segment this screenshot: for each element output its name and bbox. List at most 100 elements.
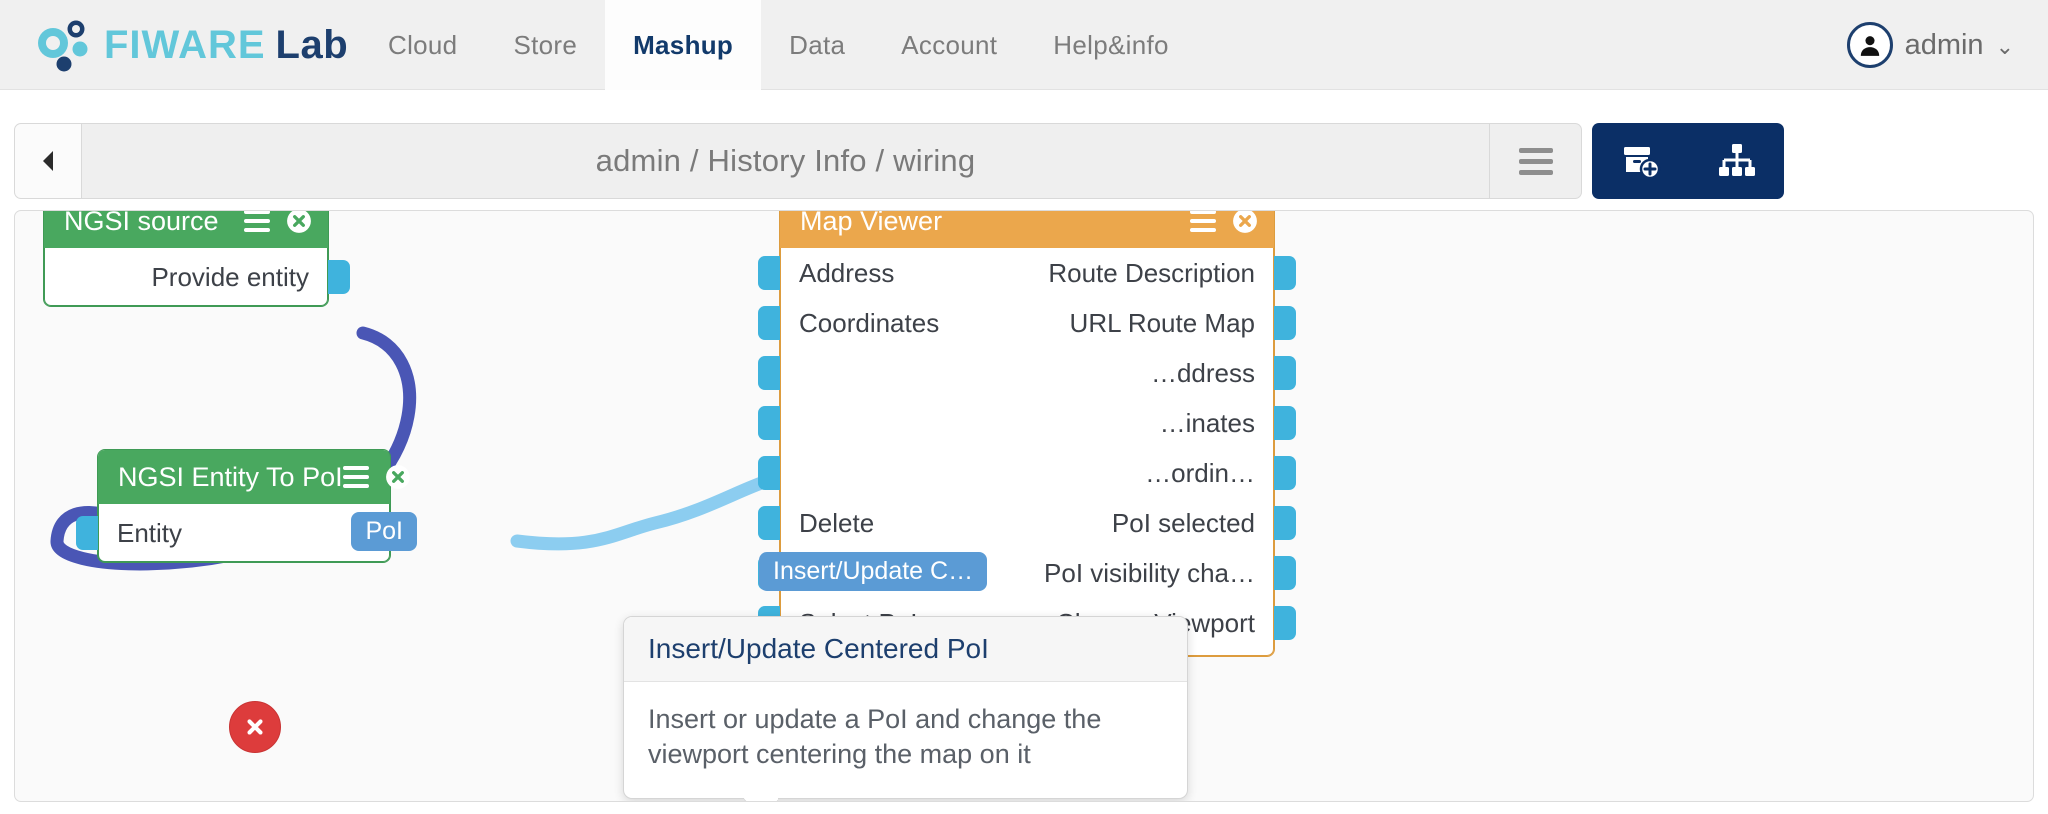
output-endpoint-handle[interactable] bbox=[1274, 356, 1296, 390]
nav-label: Account bbox=[901, 29, 998, 60]
output-endpoint-handle[interactable] bbox=[1274, 606, 1296, 640]
input-endpoint-handle[interactable] bbox=[758, 456, 780, 490]
widget-map-viewer[interactable]: Map Viewer Address Route Description Coo… bbox=[758, 210, 1296, 657]
back-button[interactable] bbox=[14, 123, 82, 199]
brand-name: FIWARE Lab bbox=[104, 23, 348, 68]
output-endpoint-label: …ordin… bbox=[1145, 457, 1255, 488]
endpoint-tooltip: Insert/Update Centered PoI Insert or upd… bbox=[623, 616, 1188, 801]
tooltip-arrow bbox=[744, 798, 778, 801]
output-endpoint-handle[interactable] bbox=[1274, 406, 1296, 440]
input-endpoint-label: Delete bbox=[799, 507, 875, 538]
output-endpoint-label: URL Route Map bbox=[1069, 307, 1255, 338]
nav-label: Help&info bbox=[1053, 29, 1169, 60]
output-endpoint-label: PoI visibility cha… bbox=[1044, 557, 1255, 588]
input-endpoint-handle[interactable] bbox=[758, 506, 780, 540]
close-icon bbox=[247, 719, 263, 735]
hamburger-icon[interactable] bbox=[342, 466, 369, 488]
wire-poi-to-insert-update[interactable] bbox=[510, 470, 794, 551]
user-menu[interactable]: admin ⌄ bbox=[1846, 0, 2014, 90]
output-endpoint-label: Provide entity bbox=[151, 261, 309, 292]
endpoint-row[interactable]: Delete PoI selected bbox=[758, 498, 1296, 548]
widget-body: Entity PoI bbox=[76, 504, 417, 562]
input-endpoint-handle[interactable] bbox=[758, 256, 780, 290]
nav-item-account[interactable]: Account bbox=[873, 0, 1025, 90]
breadcrumb-bar[interactable]: admin / History Info / wiring bbox=[82, 123, 1490, 199]
main-nav: Cloud Store Mashup Data Account Help&inf… bbox=[360, 0, 1197, 90]
chevron-down-icon: ⌄ bbox=[1995, 34, 2014, 59]
endpoint-row[interactable]: Provide entity bbox=[45, 248, 350, 306]
brand-logo[interactable]: FIWARE Lab bbox=[36, 14, 348, 76]
output-endpoint-handle[interactable] bbox=[1274, 456, 1296, 490]
output-endpoint-handle[interactable] bbox=[1274, 256, 1296, 290]
input-endpoint-label: Entity bbox=[117, 517, 183, 548]
endpoint-row[interactable]: Address Route Description bbox=[758, 248, 1296, 298]
nav-label: Cloud bbox=[388, 29, 458, 60]
wiring-toolbar: admin / History Info / wiring bbox=[14, 123, 2034, 199]
input-endpoint-handle[interactable] bbox=[758, 406, 780, 440]
nav-label: Data bbox=[789, 29, 846, 60]
nav-label: Mashup bbox=[633, 29, 734, 60]
tooltip-title: Insert/Update Centered PoI bbox=[624, 617, 1187, 682]
input-endpoint-label: Coordinates bbox=[799, 307, 940, 338]
output-endpoint-label: PoI selected bbox=[1111, 507, 1255, 538]
widget-header-icons bbox=[1190, 210, 1258, 234]
widget-ngsi-source[interactable]: NGSI source Provide entity bbox=[43, 210, 350, 307]
hamburger-icon bbox=[1518, 147, 1553, 175]
avatar bbox=[1846, 22, 1893, 68]
widget-title: NGSI Entity To PoI bbox=[118, 461, 343, 492]
input-endpoint-selected[interactable]: Insert/Update C… bbox=[759, 552, 988, 591]
endpoint-row[interactable]: …ordin… bbox=[758, 448, 1296, 498]
output-endpoint-handle[interactable] bbox=[1274, 556, 1296, 590]
close-circle-icon[interactable] bbox=[286, 210, 312, 234]
widget-header[interactable]: Map Viewer bbox=[780, 210, 1274, 248]
breadcrumb: admin / History Info / wiring bbox=[595, 143, 976, 178]
fiware-dots-icon bbox=[38, 20, 88, 72]
hamburger-icon[interactable] bbox=[1190, 211, 1216, 232]
nav-item-mashup[interactable]: Mashup bbox=[605, 0, 762, 90]
brand-name-bold: FIWARE bbox=[104, 22, 266, 67]
nav-item-cloud[interactable]: Cloud bbox=[360, 0, 485, 90]
nav-item-helpinfo[interactable]: Help&info bbox=[1025, 0, 1196, 90]
input-endpoint-handle[interactable] bbox=[758, 356, 780, 390]
wiring-canvas[interactable]: NGSI source Provide entity NGSI Entity T… bbox=[14, 210, 2034, 802]
endpoint-row[interactable]: Entity PoI bbox=[76, 504, 417, 562]
output-endpoint-label: …ddress bbox=[1150, 357, 1255, 388]
brand-name-light: Lab bbox=[275, 22, 349, 67]
close-circle-icon[interactable] bbox=[1232, 210, 1258, 234]
widget-header[interactable]: NGSI source bbox=[44, 210, 328, 248]
endpoint-row-selected[interactable]: Insert/Update C… PoI visibility cha… bbox=[758, 548, 1296, 598]
output-endpoint-handle[interactable] bbox=[1274, 506, 1296, 540]
output-endpoint-handle[interactable] bbox=[328, 260, 350, 294]
widget-body: Address Route Description Coordinates UR… bbox=[758, 248, 1296, 656]
output-endpoint-label: …inates bbox=[1159, 407, 1255, 438]
endpoint-row[interactable]: Coordinates URL Route Map bbox=[758, 298, 1296, 348]
widget-title: NGSI source bbox=[64, 210, 219, 236]
widget-header-icons bbox=[342, 464, 411, 490]
delete-connection-button[interactable] bbox=[229, 701, 281, 753]
widget-ngsi-entity-to-poi[interactable]: NGSI Entity To PoI Entity PoI bbox=[76, 449, 417, 563]
caret-left-icon bbox=[43, 151, 53, 171]
input-endpoint-handle[interactable] bbox=[76, 516, 98, 550]
nav-label: Store bbox=[513, 29, 578, 60]
nav-item-store[interactable]: Store bbox=[485, 0, 605, 90]
hamburger-icon[interactable] bbox=[244, 211, 270, 232]
endpoint-row[interactable]: …inates bbox=[758, 398, 1296, 448]
input-endpoint-handle[interactable] bbox=[758, 306, 780, 340]
input-endpoint-label: Address bbox=[799, 257, 895, 288]
output-endpoint-handle[interactable] bbox=[1274, 306, 1296, 340]
toolbar-menu-button[interactable] bbox=[1490, 123, 1582, 199]
user-name: admin bbox=[1904, 28, 1984, 61]
toolbar-actions bbox=[1592, 123, 1784, 199]
output-endpoint-selected[interactable]: PoI bbox=[351, 512, 417, 551]
endpoint-row[interactable]: …ddress bbox=[758, 348, 1296, 398]
nav-item-data[interactable]: Data bbox=[761, 0, 873, 90]
sitemap-icon bbox=[1718, 144, 1755, 176]
component-tree-button[interactable] bbox=[1717, 142, 1757, 180]
add-component-button[interactable] bbox=[1620, 141, 1662, 181]
widget-title: Map Viewer bbox=[800, 210, 943, 236]
close-circle-icon[interactable] bbox=[385, 464, 411, 490]
user-icon bbox=[1860, 36, 1879, 56]
widget-header-icons bbox=[244, 210, 312, 234]
top-navbar: FIWARE Lab Cloud Store Mashup Data Accoun… bbox=[0, 0, 2048, 90]
widget-header[interactable]: NGSI Entity To PoI bbox=[98, 450, 410, 504]
